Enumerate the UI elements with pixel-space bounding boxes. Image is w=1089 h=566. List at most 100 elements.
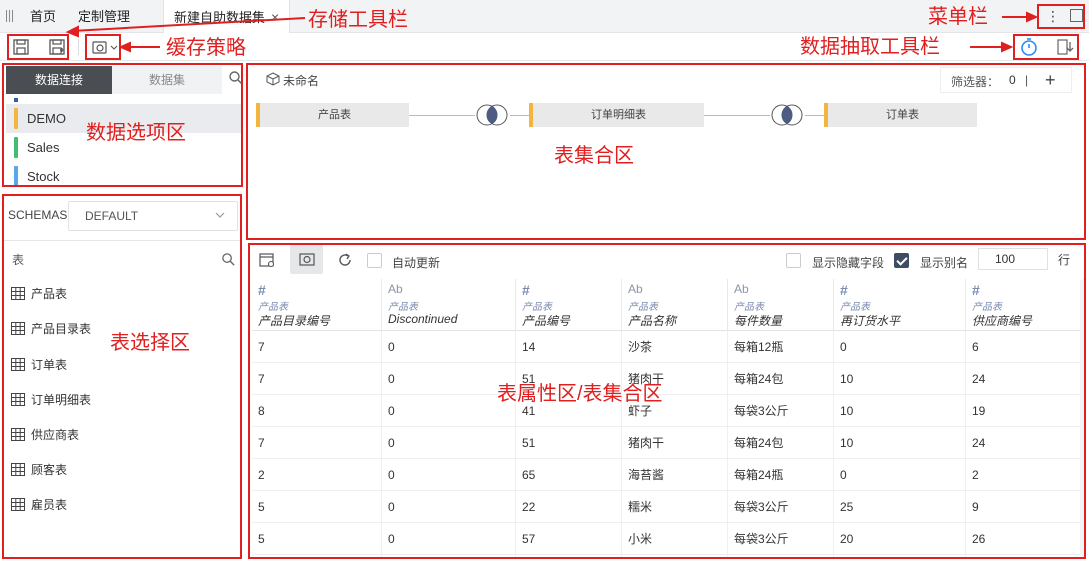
connector-line — [704, 115, 770, 116]
preview-icon[interactable] — [298, 251, 316, 269]
table-settings-icon[interactable] — [258, 251, 276, 269]
table-cell: 24 — [966, 363, 1084, 395]
filter-separator: | — [1025, 73, 1029, 87]
table-cell: 每箱24包 — [728, 427, 834, 459]
table-row: 8041虾子每袋3公斤10199 — [252, 395, 1086, 427]
refresh-icon[interactable] — [336, 251, 354, 269]
auto-update-checkbox[interactable] — [367, 253, 382, 268]
column-header[interactable]: Ab 产品表 产品名称 — [622, 279, 728, 331]
set-node-product[interactable]: 产品表 — [256, 103, 409, 127]
row-limit-input[interactable]: 100 — [978, 248, 1048, 270]
tab-new-dataset[interactable]: 新建自助数据集 × — [163, 0, 291, 33]
maximize-icon[interactable] — [1070, 9, 1083, 22]
table-cell: 糯米 — [622, 491, 728, 523]
divider — [3, 240, 241, 241]
datasource-stock[interactable]: Stock — [6, 162, 242, 191]
search-icon[interactable] — [228, 70, 244, 86]
table-icon — [11, 428, 25, 441]
column-table-name: 产品表 — [388, 302, 418, 313]
auto-update-label: 自动更新 — [392, 256, 441, 270]
join-icon[interactable] — [769, 103, 805, 127]
table-cell — [516, 555, 622, 557]
table-cell: 10 — [834, 395, 966, 427]
table-item[interactable]: 供应商表 — [11, 425, 79, 445]
tab-bar: 首页 定制管理 新建自助数据集 × ⋮ — [0, 0, 1089, 33]
column-name: 产品目录编号 — [258, 314, 331, 328]
table-cell: 19 — [966, 395, 1084, 427]
table-icon — [11, 322, 25, 335]
more-menu-icon[interactable]: ⋮ — [1046, 8, 1060, 24]
table-cell: 每箱24包 — [728, 363, 834, 395]
join-icon[interactable] — [474, 103, 510, 127]
vertical-scrollbar[interactable] — [1080, 280, 1086, 556]
column-header[interactable]: Ab 产品表 Discontinued — [382, 279, 516, 331]
annotation-menu-bar: 菜单栏 — [928, 6, 988, 28]
table-item[interactable]: 产品表 — [11, 284, 67, 304]
schemas-select[interactable]: DEFAULT — [68, 201, 238, 231]
tab-custom-management[interactable]: 定制管理 — [78, 0, 130, 33]
table-item-label: 产品目录表 — [31, 322, 92, 336]
show-alias-checkbox[interactable] — [894, 253, 909, 268]
save-icon[interactable] — [11, 37, 31, 57]
table-row: 5057小米每袋3公斤20261 — [252, 523, 1086, 555]
table-cell: 10 — [834, 363, 966, 395]
table-cell: 每箱24瓶 — [728, 459, 834, 491]
tab-home[interactable]: 首页 — [30, 0, 56, 33]
column-header[interactable]: # 产品表 供应商编号 — [966, 279, 1084, 331]
annotation-props-area: 表属性区/表集合区 — [497, 383, 663, 405]
tab-dataset[interactable]: 数据集 — [112, 66, 222, 94]
save-as-icon[interactable] — [47, 37, 67, 57]
text-type-icon: Ab — [388, 282, 403, 296]
set-node-order[interactable]: 订单表 — [824, 103, 977, 127]
add-filter-button[interactable]: + — [1045, 68, 1056, 92]
table-cell: 海苔酱 — [622, 459, 728, 491]
table-cell: 7 — [252, 331, 382, 363]
table-row — [252, 555, 1086, 557]
annotation-cache-strategy: 缓存策略 — [166, 37, 246, 59]
connector-line — [805, 115, 825, 116]
tab-new-dataset-label: 新建自助数据集 — [174, 10, 266, 25]
grip-icon[interactable] — [6, 10, 14, 22]
extract-icon[interactable] — [1055, 37, 1075, 57]
column-header[interactable]: Ab 产品表 每件数量 — [728, 279, 834, 331]
table-cell — [622, 555, 728, 557]
dataset-cube-icon — [266, 72, 280, 86]
table-item[interactable]: 产品目录表 — [11, 319, 91, 339]
timer-icon[interactable] — [1019, 37, 1039, 57]
text-type-icon: Ab — [734, 282, 749, 296]
table-cell: 猪肉干 — [622, 427, 728, 459]
column-table-name: 产品表 — [840, 302, 870, 313]
table-item[interactable]: 订单表 — [11, 355, 67, 375]
schemas-label: SCHEMAS — [8, 208, 68, 222]
column-name: 再订货水平 — [840, 314, 901, 328]
table-cell — [966, 555, 1084, 557]
table-cell: 每袋3公斤 — [728, 491, 834, 523]
table-cell: 24 — [966, 427, 1084, 459]
datasource-color-bar — [14, 166, 18, 187]
table-cell: 20 — [834, 523, 966, 555]
annotation-table-select: 表选择区 — [110, 332, 190, 354]
column-header[interactable]: # 产品表 产品编号 — [516, 279, 622, 331]
table-cell: 7 — [252, 363, 382, 395]
table-item[interactable]: 雇员表 — [11, 495, 67, 515]
table-cell: 22 — [516, 491, 622, 523]
column-table-name: 产品表 — [734, 302, 764, 313]
set-node-order-detail[interactable]: 订单明细表 — [529, 103, 704, 127]
column-header[interactable]: # 产品表 产品目录编号 — [252, 279, 382, 331]
close-icon[interactable]: × — [271, 9, 279, 25]
column-header[interactable]: # 产品表 再订货水平 — [834, 279, 966, 331]
datasource-color-bar — [14, 137, 18, 158]
table-cell — [382, 555, 516, 557]
table-cell: 26 — [966, 523, 1084, 555]
table-item[interactable]: 订单明细表 — [11, 390, 91, 410]
table-cell — [834, 555, 966, 557]
table-cell: 每箱12瓶 — [728, 331, 834, 363]
search-icon[interactable] — [221, 252, 236, 267]
table-cell: 0 — [382, 427, 516, 459]
cache-strategy-icon[interactable] — [90, 37, 120, 57]
table-item[interactable]: 顾客表 — [11, 460, 67, 480]
dataset-name[interactable]: 未命名 — [283, 72, 319, 89]
tab-data-connection[interactable]: 数据连接 — [6, 66, 112, 94]
column-table-name: 产品表 — [972, 302, 1002, 313]
show-hidden-checkbox[interactable] — [786, 253, 801, 268]
